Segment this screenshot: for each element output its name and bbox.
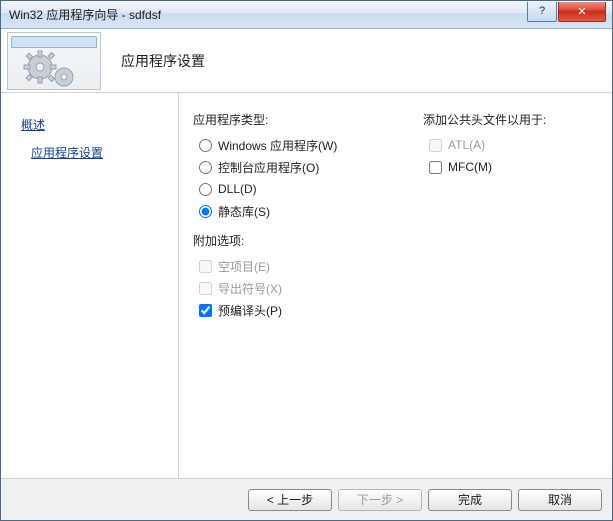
footer: < 上一步 下一步 > 完成 取消 [1, 478, 612, 520]
titlebar-buttons: ? ✕ [527, 2, 612, 22]
window-title: Win32 应用程序向导 - sdfdsf [9, 6, 527, 23]
checkbox-empty-label: 空项目(E) [218, 258, 270, 275]
thumbnail-frame-icon [11, 36, 97, 48]
radio-static-input[interactable] [199, 205, 212, 218]
wizard-window: Win32 应用程序向导 - sdfdsf ? ✕ [0, 0, 613, 521]
common-headers-label: 添加公共头文件以用于: [423, 111, 593, 128]
cancel-button[interactable]: 取消 [518, 489, 602, 511]
titlebar: Win32 应用程序向导 - sdfdsf ? ✕ [1, 1, 612, 29]
close-button[interactable]: ✕ [558, 2, 606, 22]
nav-sidebar: 概述 应用程序设置 [1, 93, 179, 478]
finish-button[interactable]: 完成 [428, 489, 512, 511]
checkbox-atl-input [429, 139, 442, 152]
page-title: 应用程序设置 [121, 51, 205, 71]
close-icon: ✕ [577, 5, 586, 18]
radio-console-label: 控制台应用程序(O) [218, 159, 319, 176]
radio-dll-label: DLL(D) [218, 182, 257, 196]
radio-dll[interactable]: DLL(D) [199, 178, 393, 200]
checkbox-empty-input [199, 260, 212, 273]
nav-app-settings[interactable]: 应用程序设置 [31, 139, 178, 167]
prev-button[interactable]: < 上一步 [248, 489, 332, 511]
checkbox-atl: ATL(A) [429, 134, 593, 156]
checkbox-mfc-input[interactable] [429, 161, 442, 174]
checkbox-precompiled-header[interactable]: 预编译头(P) [199, 299, 393, 321]
checkbox-empty-project: 空项目(E) [199, 255, 393, 277]
checkbox-export-input [199, 282, 212, 295]
additional-options-label: 附加选项: [193, 232, 393, 249]
nav-overview[interactable]: 概述 [21, 111, 178, 139]
radio-windows-app[interactable]: Windows 应用程序(W) [199, 134, 393, 156]
right-column: 添加公共头文件以用于: ATL(A) MFC(M) [423, 111, 593, 478]
radio-static-lib[interactable]: 静态库(S) [199, 200, 393, 222]
checkbox-mfc-label: MFC(M) [448, 160, 492, 174]
checkbox-export-label: 导出符号(X) [218, 280, 282, 297]
next-button: 下一步 > [338, 489, 422, 511]
header-thumbnail [7, 32, 101, 90]
checkbox-precompiled-label: 预编译头(P) [218, 302, 282, 319]
app-type-label: 应用程序类型: [193, 111, 393, 128]
radio-console-app[interactable]: 控制台应用程序(O) [199, 156, 393, 178]
help-button[interactable]: ? [527, 2, 557, 22]
header-banner: 应用程序设置 [1, 29, 612, 93]
left-column: 应用程序类型: Windows 应用程序(W) 控制台应用程序(O) DLL(D… [193, 111, 393, 478]
content-pane: 应用程序类型: Windows 应用程序(W) 控制台应用程序(O) DLL(D… [179, 93, 612, 478]
radio-console-input[interactable] [199, 161, 212, 174]
help-icon: ? [539, 5, 545, 17]
gears-icon [22, 49, 84, 89]
radio-windows-input[interactable] [199, 139, 212, 152]
checkbox-precompiled-input[interactable] [199, 304, 212, 317]
checkbox-mfc[interactable]: MFC(M) [429, 156, 593, 178]
checkbox-export-symbols: 导出符号(X) [199, 277, 393, 299]
radio-windows-label: Windows 应用程序(W) [218, 137, 337, 154]
body: 概述 应用程序设置 应用程序类型: Windows 应用程序(W) 控制台应用程… [1, 93, 612, 478]
radio-dll-input[interactable] [199, 183, 212, 196]
radio-static-label: 静态库(S) [218, 203, 270, 220]
checkbox-atl-label: ATL(A) [448, 138, 485, 152]
